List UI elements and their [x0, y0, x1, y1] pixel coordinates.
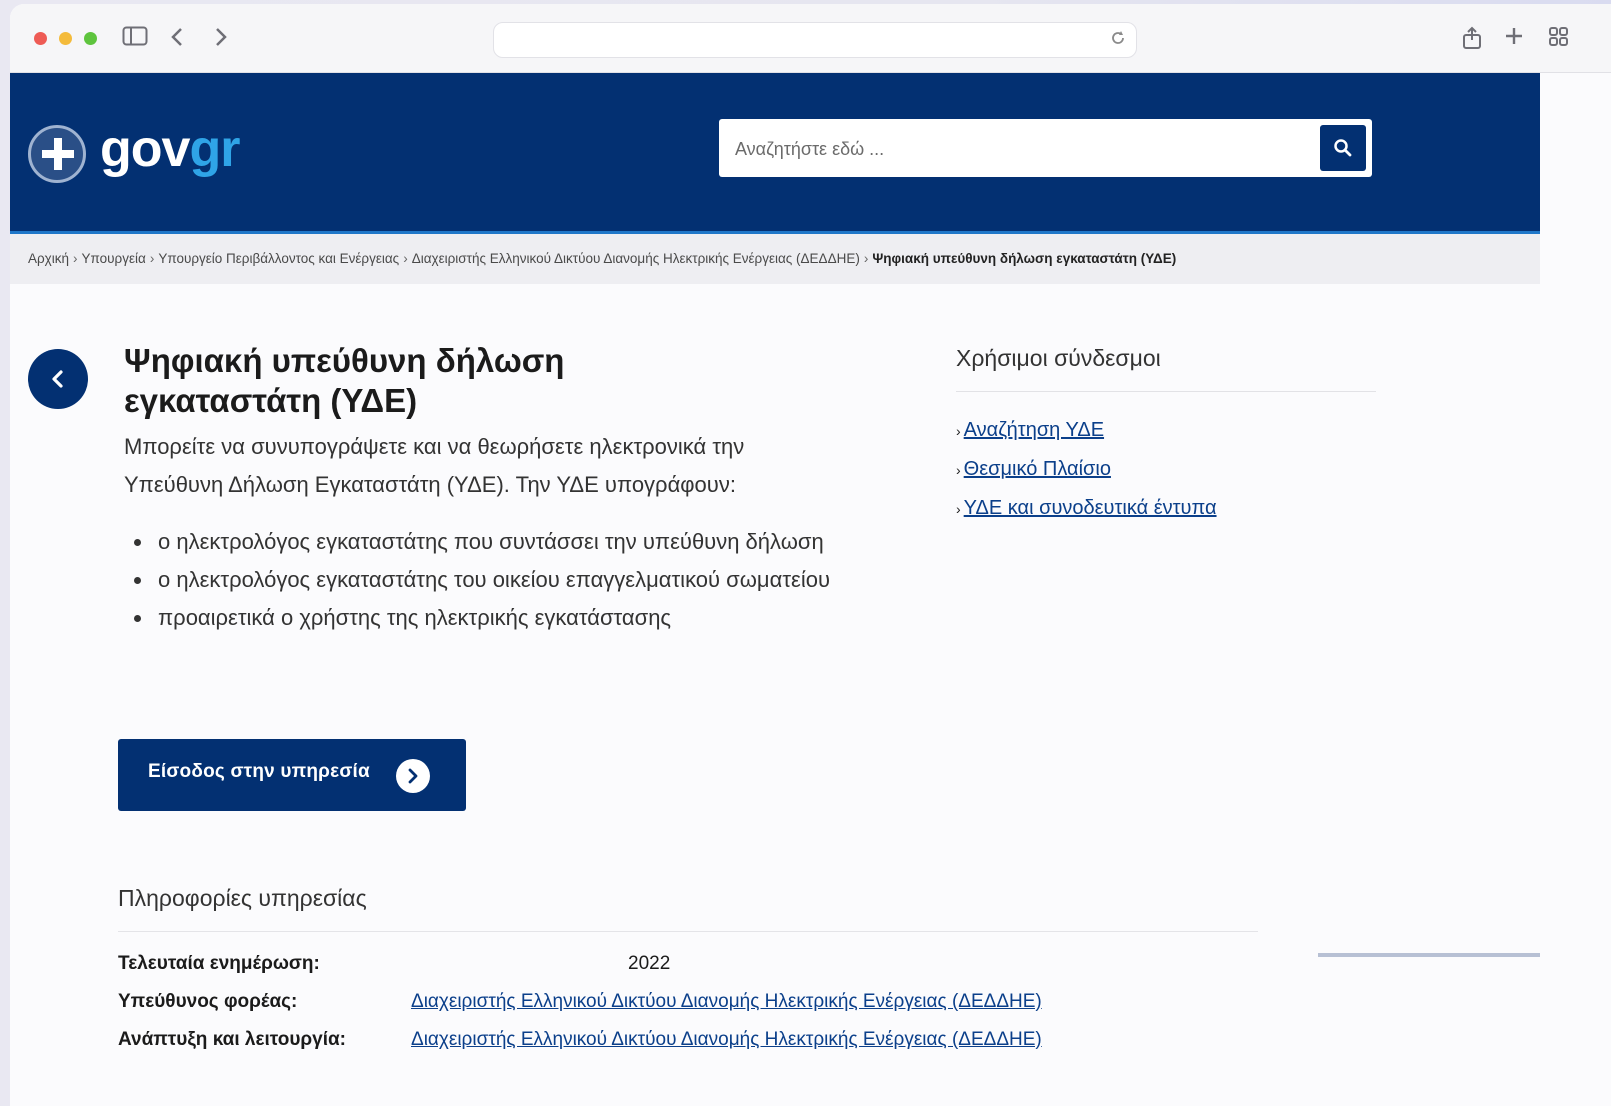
development-row: Ανάπτυξη και λειτουργία: [118, 1028, 346, 1052]
tab-overview-icon[interactable] [1548, 26, 1570, 53]
breadcrumb-separator-icon: › [149, 251, 155, 266]
last-update-label: Τελευταία ενημέρωση: [118, 953, 320, 974]
enter-service-label: Είσοδος στην υπηρεσία [148, 761, 370, 782]
breadcrumb-home[interactable]: Αρχική [28, 251, 69, 266]
sidebar-toggle-icon[interactable] [122, 26, 148, 51]
divider [1318, 953, 1540, 957]
service-info-title: Πληροφορίες υπηρεσίας [118, 885, 367, 911]
list-item: ο ηλεκτρολόγος εγκαταστάτης του οικείου … [154, 561, 854, 599]
useful-links-title: Χρήσιμοι σύνδεσμοι [956, 345, 1161, 371]
back-nav-icon[interactable] [170, 26, 184, 53]
breadcrumb-current: Ψηφιακή υπεύθυνη δήλωση εγκαταστάτη (ΥΔΕ… [872, 251, 1177, 266]
responsible-row: Υπεύθυνος φορέας: [118, 990, 297, 1014]
link-legal-framework[interactable]: Θεσμικό Πλαίσιο [964, 458, 1111, 480]
responsible-link[interactable]: Διαχειριστής Ελληνικού Δικτύου Διανομής … [411, 990, 1042, 1014]
link-yde-documents[interactable]: ΥΔΕ και συνοδευτικά έντυπα [964, 497, 1217, 519]
list-item: › ΥΔΕ και συνοδευτικά έντυπα [956, 489, 1217, 528]
chevron-right-icon [396, 759, 430, 793]
responsible-label: Υπεύθυνος φορέας: [118, 991, 298, 1012]
breadcrumb-deddie[interactable]: Διαχειριστής Ελληνικού Δικτύου Διανομής … [412, 251, 860, 266]
new-tab-icon[interactable] [1504, 26, 1524, 51]
signers-list: ο ηλεκτρολόγος εγκαταστάτης που συντάσσε… [128, 523, 854, 637]
reload-icon[interactable] [1110, 30, 1126, 51]
link-search-yde[interactable]: Αναζήτηση ΥΔΕ [964, 419, 1104, 441]
govgr-logo[interactable]: govgr [100, 117, 240, 181]
breadcrumb-ministry-environment[interactable]: Υπουργείο Περιβάλλοντος και Ενέργειας [158, 251, 399, 266]
browser-toolbar [10, 4, 1611, 73]
last-update-value: 2022 [628, 953, 671, 974]
intro-text: Μπορείτε να συνυπογράψετε και να θεωρήσε… [124, 434, 745, 497]
list-item: ο ηλεκτρολόγος εγκαταστάτης που συντάσσε… [154, 523, 854, 561]
breadcrumb-separator-icon: › [863, 251, 869, 266]
useful-links-list: › Αναζήτηση ΥΔΕ › Θεσμικό Πλαίσιο › ΥΔΕ και… [956, 411, 1217, 528]
list-item: › Αναζήτηση ΥΔΕ [956, 411, 1217, 450]
minimize-window-button[interactable] [59, 32, 72, 45]
divider [956, 391, 1376, 392]
search-box [719, 119, 1372, 177]
search-icon [1334, 139, 1352, 157]
forward-nav-icon[interactable] [214, 26, 228, 53]
list-item: › Θεσμικό Πλαίσιο [956, 450, 1217, 489]
search-input[interactable] [733, 132, 1297, 166]
chevron-right-icon: › [956, 501, 961, 517]
back-button[interactable] [28, 349, 88, 409]
breadcrumb-separator-icon: › [73, 251, 78, 266]
page-title: Ψηφιακή υπεύθυνη δήλωση εγκαταστάτη (ΥΔΕ… [124, 342, 565, 419]
breadcrumb: Αρχική › Υπουργεία › Υπουργείο Περιβάλλοντος… [28, 251, 1176, 266]
share-icon[interactable] [1462, 26, 1482, 55]
chevron-right-icon: › [956, 423, 961, 439]
greek-emblem-icon[interactable] [28, 125, 86, 183]
browser-window: govgr Αρχική›Υπουργεία›Υπουργείο Περιβάλ… [10, 4, 1611, 1106]
zoom-window-button[interactable] [84, 32, 97, 45]
site-header: govgr [10, 73, 1540, 234]
development-label: Ανάπτυξη και λειτουργία: [118, 1029, 346, 1050]
web-page: govgr Αρχική›Υπουργεία›Υπουργείο Περιβάλ… [10, 73, 1540, 1106]
search-button[interactable] [1320, 125, 1366, 171]
breadcrumb-bar: Αρχική › Υπουργεία › Υπουργείο Περιβάλλοντος… [10, 234, 1540, 284]
address-bar[interactable] [493, 22, 1137, 58]
logo-gov-text: gov [100, 120, 190, 178]
divider [118, 931, 1258, 932]
close-window-button[interactable] [34, 32, 47, 45]
breadcrumb-separator-icon: › [403, 251, 408, 266]
chevron-left-icon [52, 370, 63, 388]
logo-gr-text: gr [189, 120, 240, 178]
chevron-right-icon: › [956, 462, 961, 478]
breadcrumb-ministries[interactable]: Υπουργεία [82, 251, 146, 266]
development-link[interactable]: Διαχειριστής Ελληνικού Δικτύου Διανομής … [411, 1028, 1042, 1052]
last-update-row: Τελευταία ενημέρωση: [118, 952, 320, 976]
enter-service-button[interactable]: Είσοδος στην υπηρεσία [118, 739, 466, 811]
list-item: προαιρετικά ο χρήστης της ηλεκτρικής εγκ… [154, 599, 854, 637]
